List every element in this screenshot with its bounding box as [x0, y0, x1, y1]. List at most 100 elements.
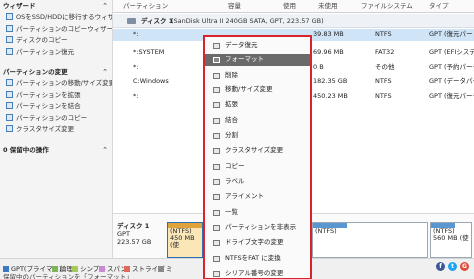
label-icon [213, 179, 220, 185]
partition-size: 560 MB (使 [433, 234, 469, 242]
sidebar-item-copy[interactable]: パーティションのコピー [0, 113, 112, 125]
split-icon [213, 133, 220, 139]
type-value: GPT (EFIシステ [429, 48, 474, 56]
migrate-icon [6, 13, 13, 20]
disk-map-info[interactable]: ディスク 1 GPT 223.57 GB [117, 222, 163, 258]
cluster-icon [213, 148, 220, 154]
col-filesystem[interactable]: ファイルシステム [361, 0, 413, 13]
type-value: GPT (予約パーテ [429, 63, 474, 71]
sidebar-item-cluster-size[interactable]: クラスタサイズ変更 [0, 124, 112, 136]
unused-value: 182.35 GB [313, 77, 348, 85]
menu-item-change-drive-letter[interactable]: ドライブ文字の変更 [205, 237, 310, 249]
convert-icon [213, 256, 220, 262]
google-plus-icon[interactable]: G [460, 262, 469, 271]
unused-value: 69.96 MB [313, 48, 344, 56]
col-capacity[interactable]: 容量 [228, 0, 241, 13]
menu-item-ntfs-to-fat[interactable]: NTFSをFAT に変換 [205, 253, 310, 265]
merge-icon [6, 102, 13, 109]
menu-item-delete[interactable]: 削除 [205, 70, 310, 82]
menu-item-split[interactable]: 分割 [205, 130, 310, 142]
sidebar-item-copy-partition-wizard[interactable]: パーティションのコピーウィザード [0, 24, 112, 36]
delete-icon [213, 73, 220, 79]
sidebar: ウィザード⌃ OSをSSD/HDDに移行するウィザード パーティションのコピーウ… [0, 0, 113, 258]
menu-item-hide-partition[interactable]: パーティションを非表示 [205, 222, 310, 234]
disk-map-scheme: GPT [117, 230, 130, 238]
copy-partition-icon [6, 24, 13, 32]
change-section-header[interactable]: パーティションの変更 ⌃ [0, 66, 112, 78]
recovery-icon [213, 43, 220, 49]
facebook-icon[interactable]: f [436, 262, 445, 271]
menu-item-change-serial[interactable]: シリアル番号の変更 [205, 268, 310, 279]
partition-table-header: パーティション 容量 使用 未使用 ファイルシステム タイプ [113, 0, 474, 13]
sidebar-item-extend[interactable]: パーティションを拡張 [0, 90, 112, 102]
unused-value: 450.23 MB [313, 92, 348, 100]
col-type[interactable]: タイプ [429, 0, 449, 13]
sidebar-item-copy-disk[interactable]: ディスクのコピー [0, 35, 112, 47]
disk-label: ディスク 1 [141, 17, 174, 25]
partition-name: *: [133, 30, 139, 38]
menu-item-format[interactable]: フォーマット [205, 54, 310, 66]
legend-swatch [158, 266, 164, 272]
type-value: GPT (復元パーテ [429, 92, 474, 100]
move-resize-icon [6, 79, 13, 86]
menu-item-move-resize[interactable]: 移動/サイズ変更 [205, 84, 310, 96]
partition-fs: (NTFS) [315, 227, 337, 235]
disk-map-partition-selected[interactable]: (NTFS) 450 MB (使 [167, 222, 203, 258]
extend-icon [213, 102, 220, 108]
partition-size: 450 MB (使 [170, 234, 195, 249]
menu-item-extend[interactable]: 拡張 [205, 99, 310, 111]
col-unused[interactable]: 未使用 [318, 0, 338, 13]
merge-icon [213, 118, 220, 124]
unused-value: 39.83 MB [313, 30, 344, 38]
format-icon [213, 57, 220, 63]
context-menu: データ復元 フォーマット 削除 移動/サイズ変更 拡張 結合 分割 クラスタサイ… [203, 35, 312, 279]
col-partition[interactable]: パーティション [123, 0, 168, 13]
col-used[interactable]: 使用 [283, 0, 296, 13]
unused-value: 0 B [313, 63, 324, 71]
type-value: GPT (データパー [429, 77, 474, 85]
disk-row[interactable]: ディスク 1 (SanDisk Ultra II 240GB SATA, GPT… [113, 14, 474, 28]
sidebar-item-merge[interactable]: パーティションを結合 [0, 101, 112, 113]
type-value: GPT (復元パー [429, 30, 473, 38]
alignment-icon [213, 194, 220, 200]
filesystem-value: その他 [375, 63, 395, 71]
menu-item-alignment[interactable]: アライメント [205, 191, 310, 203]
menu-item-merge[interactable]: 結合 [205, 115, 310, 127]
menu-item-copy[interactable]: コピー [205, 161, 310, 173]
partition-name: *: [133, 92, 139, 100]
filesystem-value: NTFS [375, 30, 392, 38]
cluster-icon [6, 125, 13, 132]
recovery-icon [6, 47, 13, 55]
twitter-icon[interactable]: t [448, 262, 457, 271]
menu-item-label[interactable]: ラベル [205, 176, 310, 188]
copy-icon [213, 164, 220, 170]
disk-map-name: ディスク 1 [117, 222, 150, 230]
copy-disk-icon [6, 36, 13, 43]
legend-item: ミ [158, 263, 173, 273]
disk-map-partition-recovery[interactable]: (NTFS) 560 MB (使 [430, 222, 472, 258]
collapse-icon[interactable]: ⌃ [102, 144, 108, 156]
serial-icon [213, 271, 220, 277]
collapse-icon[interactable]: ⌃ [102, 66, 108, 78]
extend-icon [6, 90, 13, 98]
filesystem-value: NTFS [375, 92, 392, 100]
disk-detail: (SanDisk Ultra II 240GB SATA, GPT, 223.5… [171, 17, 324, 25]
menu-item-list[interactable]: 一覧 [205, 207, 310, 219]
disk-map-size: 223.57 GB [117, 238, 152, 246]
disk-map-partition-windows[interactable]: (NTFS) [312, 222, 428, 258]
sidebar-item-move-resize[interactable]: パーティションの移動/サイズ変更 [0, 78, 112, 90]
wizard-section-header[interactable]: ウィザード ⌃ [0, 0, 112, 12]
menu-item-data-recovery[interactable]: データ復元 [205, 40, 310, 52]
partition-name: *:SYSTEM [133, 48, 165, 56]
collapse-icon[interactable]: ⌃ [102, 0, 108, 12]
sidebar-item-migrate-os[interactable]: OSをSSD/HDDに移行するウィザード [0, 12, 112, 24]
partition-name: *: [133, 63, 139, 71]
list-icon [213, 210, 220, 216]
menu-item-cluster-size[interactable]: クラスタサイズ変更 [205, 145, 310, 157]
filesystem-value: FAT32 [375, 48, 395, 56]
pending-section-header[interactable]: 0 保留中の操作 ⌃ [0, 144, 112, 156]
sidebar-item-partition-recovery[interactable]: パーティション復元 [0, 47, 112, 59]
filesystem-value: NTFS [375, 77, 392, 85]
partition-name: C:Windows [133, 77, 169, 85]
copy-icon [6, 113, 13, 121]
